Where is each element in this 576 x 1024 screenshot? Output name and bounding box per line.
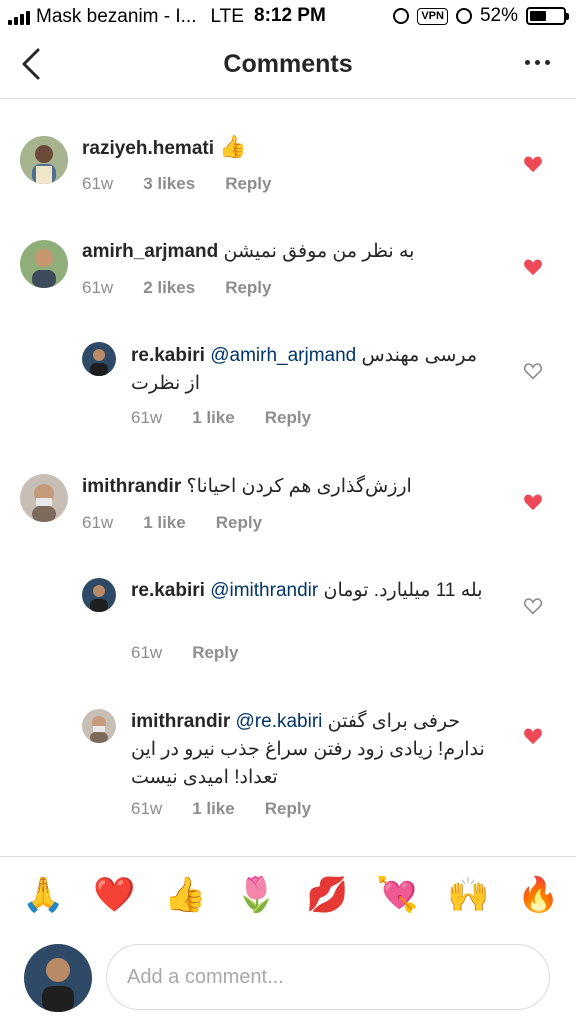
orientation-lock-icon (393, 8, 410, 24)
comment-text: raziyeh.hemati 👍 (82, 133, 502, 163)
reply-button[interactable]: Reply (225, 174, 271, 194)
comment-username[interactable]: raziyeh.hemati (82, 138, 214, 159)
avatar[interactable] (82, 578, 116, 612)
status-left: Mask bezanim - I... LTE (8, 6, 244, 28)
heart-filled-icon[interactable] (523, 155, 543, 173)
signal-icon (8, 9, 30, 25)
comment-body: به نظر من موفق نمیشن (223, 241, 415, 262)
comment-composer[interactable] (106, 944, 550, 1010)
comment-username[interactable]: amirh_arjmand (82, 241, 218, 262)
comment-text: imithrandir @re.kabiri حرفی برای گفتن ند… (131, 708, 491, 792)
comment-username[interactable]: re.kabiri (131, 580, 205, 601)
emoji-heart-button[interactable]: ❤️ (93, 875, 135, 915)
status-time: 8:12 PM (254, 5, 326, 26)
avatar[interactable] (82, 342, 116, 376)
emoji-raised-hands-button[interactable]: 🙌 (447, 875, 489, 915)
comment-body: 👍 (219, 134, 247, 159)
emoji-kiss-button[interactable]: 💋 (306, 875, 348, 915)
avatar[interactable] (82, 709, 116, 743)
comment-meta: 61w 3 likes Reply (82, 174, 301, 194)
comment-time: 61w (131, 799, 163, 818)
battery-percent: 52% (479, 5, 518, 26)
comment-time: 61w (131, 408, 163, 427)
add-comment-input[interactable] (125, 964, 531, 990)
comment-body: ارزش‌گذاری هم کردن احیانا؟ (186, 476, 412, 497)
emoji-cupid-button[interactable]: 💘 (376, 875, 418, 915)
reply-button[interactable]: Reply (265, 408, 311, 428)
carrier-name: Mask bezanim - I... (36, 6, 197, 27)
emoji-thumbsup-button[interactable]: 👍 (164, 875, 206, 915)
likes-count[interactable]: 3 likes (143, 174, 195, 194)
comment-time: 61w (131, 643, 163, 662)
comment-time: 61w (82, 513, 114, 532)
comment-body: بله 11 میلیارد. تومان (323, 580, 483, 601)
heart-outline-icon[interactable] (523, 597, 543, 615)
reply-button[interactable]: Reply (225, 278, 271, 298)
heart-outline-icon[interactable] (523, 362, 543, 380)
comment-text: amirh_arjmand به نظر من موفق نمیشن (82, 238, 502, 266)
likes-count[interactable]: 1 like (192, 408, 235, 428)
comment-meta: 61w 2 likes Reply (82, 278, 301, 298)
likes-count[interactable]: 1 like (143, 513, 186, 533)
comment-time: 61w (82, 278, 114, 297)
comment-text: re.kabiri @imithrandir بله 11 میلیارد. ت… (131, 577, 491, 605)
comment-username[interactable]: re.kabiri (131, 345, 205, 366)
emoji-pray-button[interactable]: 🙏 (22, 875, 64, 915)
reply-button[interactable]: Reply (216, 513, 262, 533)
avatar[interactable] (20, 136, 68, 184)
emoji-tulip-button[interactable]: 🌷 (235, 875, 277, 915)
more-options-button[interactable] (525, 60, 550, 65)
avatar[interactable] (20, 240, 68, 288)
avatar[interactable] (20, 474, 68, 522)
nav-header: Comments (0, 34, 576, 99)
status-bar: Mask bezanim - I... LTE 8:12 PM VPN 52% (0, 0, 576, 34)
status-right: VPN 52% (393, 5, 569, 27)
reply-button[interactable]: Reply (265, 799, 311, 819)
comment-time: 61w (82, 174, 114, 193)
comment-mention[interactable]: @re.kabiri (236, 711, 323, 732)
battery-icon (526, 7, 569, 25)
alarm-icon (455, 8, 472, 24)
comment-username[interactable]: imithrandir (82, 476, 181, 497)
heart-filled-icon[interactable] (523, 727, 543, 745)
current-user-avatar (24, 944, 92, 1012)
comment-mention[interactable]: @amirh_arjmand (210, 345, 356, 366)
vpn-badge: VPN (417, 7, 448, 25)
page-title: Comments (223, 50, 353, 78)
emoji-fire-button[interactable]: 🔥 (517, 875, 559, 915)
reply-button[interactable]: Reply (192, 643, 238, 663)
comment-mention[interactable]: @imithrandir (210, 580, 318, 601)
comment-meta: 61w 1 like Reply (82, 513, 292, 533)
heart-filled-icon[interactable] (523, 493, 543, 511)
comment-text: imithrandir ارزش‌گذاری هم کردن احیانا؟ (82, 473, 502, 501)
likes-count[interactable]: 1 like (192, 799, 235, 819)
comment-username[interactable]: imithrandir (131, 711, 230, 732)
comment-text: re.kabiri @amirh_arjmand مرسی مهندس از ن… (131, 342, 491, 398)
more-dots-icon (525, 60, 530, 65)
network-type: LTE (210, 6, 244, 27)
heart-filled-icon[interactable] (523, 258, 543, 276)
comment-meta: 61w 1 like Reply (131, 799, 341, 819)
comment-meta: 61w Reply (131, 643, 268, 663)
comment-meta: 61w 1 like Reply (131, 408, 341, 428)
likes-count[interactable]: 2 likes (143, 278, 195, 298)
emoji-quick-bar: 🙏 ❤️ 👍 🌷 💋 💘 🙌 🔥 (0, 856, 576, 941)
